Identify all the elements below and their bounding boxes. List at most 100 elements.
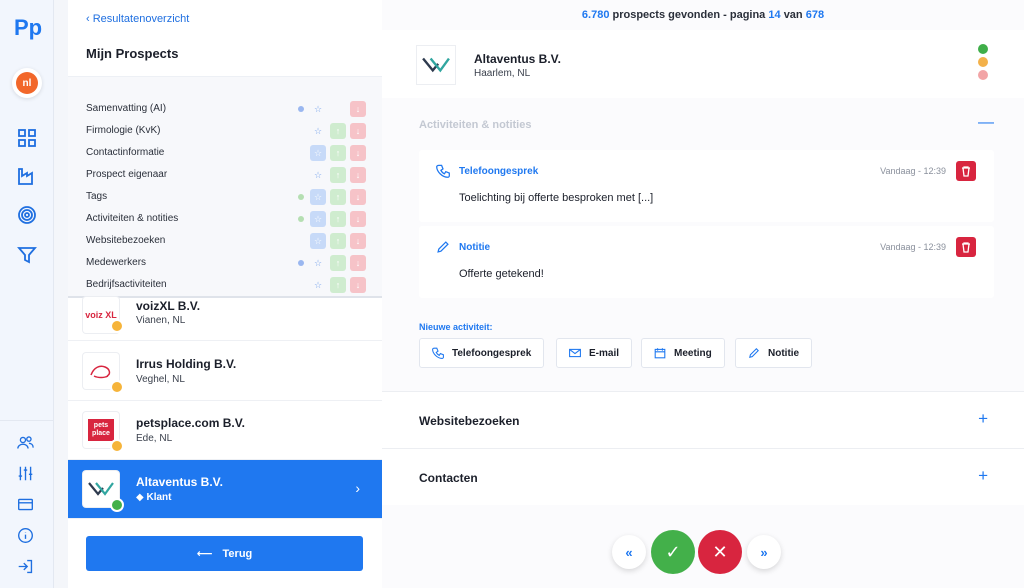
grid-icon[interactable] (17, 128, 37, 148)
arrow-down-icon[interactable]: ↓ (350, 145, 366, 161)
section-row[interactable]: Prospect eigenaar ☆ ↑ ↓ (68, 164, 382, 186)
section-dot (298, 106, 304, 112)
arrow-left-icon: ⟵ (196, 548, 213, 560)
company-status-badge (110, 498, 124, 512)
users-icon[interactable] (17, 434, 34, 451)
plus-icon[interactable]: + (978, 409, 988, 429)
star-icon[interactable]: ☆ (310, 101, 326, 117)
section-label: Samenvatting (AI) (86, 103, 167, 114)
arrow-up-icon[interactable]: ↑ (330, 167, 346, 183)
status-indicator (978, 44, 990, 83)
section-row[interactable]: Samenvatting (AI) ☆ ↓ (68, 98, 382, 120)
previous-button[interactable]: « (612, 535, 646, 569)
arrow-up-icon[interactable]: ↑ (330, 233, 346, 249)
card-icon[interactable] (17, 496, 34, 513)
activity-item: Notitie Vandaag - 12:39 Offerte getekend… (419, 226, 994, 298)
company-name: petsplace.com B.V. (136, 416, 245, 430)
arrow-up-icon[interactable]: ↑ (330, 145, 346, 161)
arrow-down-icon[interactable]: ↓ (350, 189, 366, 205)
section-row[interactable]: Tags ☆ ↑ ↓ (68, 186, 382, 208)
section-label: Bedrijfsactiviteiten (86, 279, 167, 290)
double-chevron-right-icon: » (760, 544, 768, 560)
back-to-results-link[interactable]: ‹ Resultatenoverzicht (86, 13, 189, 25)
logout-icon[interactable] (17, 558, 34, 575)
activity-item: Telefoongesprek Vandaag - 12:39 Toelicht… (419, 150, 994, 222)
button-label: Notitie (768, 347, 800, 359)
arrow-down-icon[interactable]: ↓ (350, 101, 366, 117)
trash-icon (962, 241, 970, 253)
delete-button[interactable] (956, 161, 976, 181)
filter-icon[interactable] (17, 245, 37, 265)
chevron-right-icon[interactable]: › (355, 480, 360, 496)
new-email-button[interactable]: E-mail (556, 338, 633, 368)
delete-button[interactable] (956, 237, 976, 257)
button-label: Meeting (674, 347, 712, 359)
arrow-down-icon[interactable]: ↓ (350, 255, 366, 271)
status-dot (978, 44, 988, 54)
svg-text:Pp: Pp (14, 15, 42, 40)
company-row[interactable]: voiz XL voizXL B.V. Vianen, NL (68, 297, 382, 341)
company-header: Altaventus B.V. Haarlem, NL (382, 30, 1024, 98)
arrow-up-icon[interactable]: ↑ (330, 189, 346, 205)
section-row[interactable]: Firmologie (KvK) ☆ ↑ ↓ (68, 120, 382, 142)
current-page: 14 (768, 9, 781, 21)
phone-icon (436, 164, 450, 178)
new-note-button[interactable]: Notitie (735, 338, 813, 368)
star-icon[interactable]: ☆ (310, 233, 326, 249)
company-row[interactable]: pets place petsplace.com B.V. Ede, NL (68, 401, 382, 460)
arrow-down-icon[interactable]: ↓ (350, 277, 366, 293)
sliders-icon[interactable] (17, 465, 34, 482)
new-phone-call-button[interactable]: Telefoongesprek (419, 338, 545, 368)
pencil-icon (437, 241, 449, 253)
section-label: Activiteiten & notities (86, 213, 179, 224)
section-row[interactable]: Websitebezoeken ☆ ↑ ↓ (68, 230, 382, 252)
star-icon[interactable]: ☆ (310, 255, 326, 271)
next-button[interactable]: » (747, 535, 781, 569)
star-icon[interactable]: ☆ (310, 189, 326, 205)
arrow-up-icon[interactable]: ↑ (330, 277, 346, 293)
arrow-down-icon[interactable]: ↓ (350, 211, 366, 227)
language-switch[interactable]: nl (12, 68, 42, 98)
back-button[interactable]: ⟵ Terug (86, 536, 363, 571)
section-label: Medewerkers (86, 257, 147, 268)
section-row[interactable]: Medewerkers ☆ ↑ ↓ (68, 252, 382, 274)
info-icon[interactable] (17, 527, 34, 544)
section-websitebezoeken[interactable]: Websitebezoeken + (382, 391, 1024, 448)
arrow-up-icon[interactable] (330, 101, 346, 117)
plus-icon[interactable]: + (978, 466, 988, 486)
app-logo[interactable]: Pp (14, 14, 42, 40)
company-location: Ede, NL (136, 433, 173, 444)
approve-button[interactable]: ✓ (651, 530, 695, 574)
star-icon[interactable]: ☆ (310, 167, 326, 183)
star-icon[interactable]: ☆ (310, 123, 326, 139)
new-meeting-button[interactable]: Meeting (641, 338, 725, 368)
language-code: nl (16, 72, 38, 94)
company-row[interactable]: Irrus Holding B.V. Veghel, NL (68, 342, 382, 401)
company-logo (417, 46, 455, 84)
back-button-label: Terug (222, 547, 253, 560)
section-row[interactable]: Activiteiten & notities ☆ ↑ ↓ (68, 208, 382, 230)
arrow-up-icon[interactable]: ↑ (330, 255, 346, 271)
collapse-icon[interactable]: — (978, 114, 994, 132)
arrow-down-icon[interactable]: ↓ (350, 167, 366, 183)
arrow-up-icon[interactable]: ↑ (330, 123, 346, 139)
arrow-down-icon[interactable]: ↓ (350, 123, 366, 139)
section-label: Contactinformatie (86, 147, 165, 158)
target-icon[interactable] (17, 205, 37, 225)
button-label: E-mail (589, 347, 620, 359)
reject-button[interactable]: ✕ (698, 530, 742, 574)
count-text: prospects gevonden - pagina (612, 9, 766, 21)
arrow-up-icon[interactable]: ↑ (330, 211, 346, 227)
total-pages: 678 (805, 9, 825, 21)
company-row-active[interactable]: Altaventus B.V. ◆ Klant › (68, 460, 382, 519)
star-icon[interactable]: ☆ (310, 211, 326, 227)
phone-icon (432, 347, 444, 359)
section-contacten[interactable]: Contacten + (382, 448, 1024, 505)
star-icon[interactable]: ☆ (310, 277, 326, 293)
arrow-down-icon[interactable]: ↓ (350, 233, 366, 249)
left-rail: Pp nl (0, 0, 54, 588)
section-row[interactable]: Contactinformatie ☆ ↑ ↓ (68, 142, 382, 164)
section-row[interactable]: Bedrijfsactiviteiten ☆ ↑ ↓ (68, 274, 382, 296)
factory-icon[interactable] (17, 166, 37, 186)
star-icon[interactable]: ☆ (310, 145, 326, 161)
